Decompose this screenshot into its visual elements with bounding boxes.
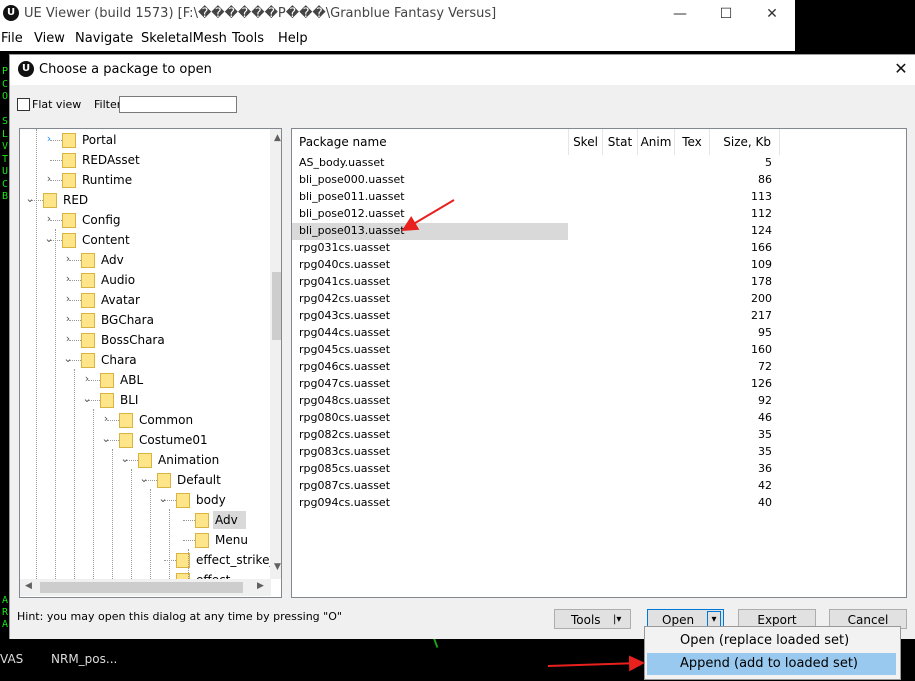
annotation-arrow: [401, 199, 455, 232]
annotation-layer: [401, 199, 645, 672]
annotation-arrow: [547, 655, 645, 672]
